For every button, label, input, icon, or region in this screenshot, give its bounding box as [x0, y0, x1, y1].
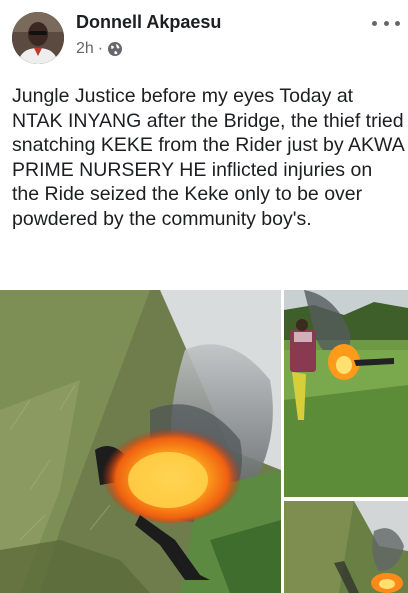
dot: [372, 20, 377, 26]
post-text: Jungle Justice before my eyes Today at N…: [12, 85, 404, 230]
more-options-icon[interactable]: [372, 14, 400, 32]
post-timestamp[interactable]: 2h: [76, 40, 94, 58]
dot: [383, 20, 389, 26]
avatar-photo-icon: [12, 12, 64, 64]
photo-hillside-fire-icon: [284, 501, 408, 593]
photo-fire-grass-icon: [0, 290, 281, 593]
avatar[interactable]: [12, 12, 64, 64]
photo-grid: [0, 290, 408, 593]
author-name[interactable]: Donnell Akpaesu: [76, 12, 221, 33]
post-header: Donnell Akpaesu 2h ·: [0, 0, 408, 80]
photo-crowd-fire-icon: [284, 290, 408, 497]
globe-icon[interactable]: [107, 41, 123, 57]
dot: [395, 20, 400, 26]
post-meta: 2h ·: [76, 40, 123, 58]
photo-main[interactable]: [0, 290, 281, 593]
photo-side-1[interactable]: [284, 290, 408, 497]
meta-separator: ·: [97, 40, 104, 57]
photo-side-2[interactable]: [284, 501, 408, 593]
